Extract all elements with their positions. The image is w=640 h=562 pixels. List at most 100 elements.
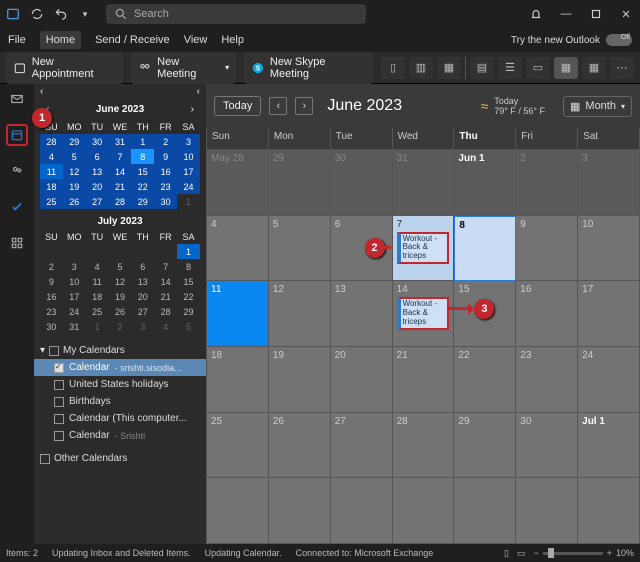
prev-year-icon[interactable]: ‹ [40, 86, 43, 97]
next-month-icon[interactable]: › [191, 104, 194, 115]
view-reading-icon[interactable]: ▭ [517, 548, 526, 559]
cell[interactable]: Jul 1 [578, 413, 640, 479]
cal-group-other[interactable]: Other Calendars [34, 450, 206, 467]
cell[interactable] [454, 478, 516, 544]
menu-home[interactable]: Home [40, 31, 81, 49]
cal-item-srishti[interactable]: Calendar - Srishti [34, 427, 206, 444]
cell[interactable]: 22 [454, 347, 516, 413]
cell[interactable] [516, 478, 578, 544]
cell[interactable]: 16 [516, 281, 578, 347]
mini-calendar-july[interactable]: July 2023 SUMOTUWETHFRSA 1 2345678 91011… [34, 213, 206, 334]
checkbox[interactable] [54, 414, 64, 424]
checkbox[interactable] [54, 431, 64, 441]
cell-selected[interactable]: 11 [207, 281, 269, 347]
menu-view[interactable]: View [184, 34, 208, 46]
cell[interactable]: 15 3 [454, 281, 516, 347]
mini-calendar-june[interactable]: ‹ June 2023 › SUMOTUWETHFRSA 28293031123… [34, 99, 206, 209]
cell[interactable]: 3 [578, 150, 640, 216]
chevron-down-icon[interactable]: ▾ [76, 5, 94, 23]
cell[interactable]: 5 [269, 216, 331, 282]
view-list-icon[interactable]: ☰ [498, 57, 522, 79]
checkbox[interactable] [40, 454, 50, 464]
view-month-icon[interactable]: ▦ [554, 57, 578, 79]
cell[interactable] [207, 478, 269, 544]
cell[interactable]: 19 [269, 347, 331, 413]
cell[interactable]: 29 [269, 150, 331, 216]
menu-sendreceive[interactable]: Send / Receive [95, 34, 170, 46]
try-new-outlook-toggle[interactable] [606, 34, 632, 46]
checkbox[interactable] [54, 397, 64, 407]
view-3pane-icon[interactable]: ▤ [470, 57, 494, 79]
cell[interactable]: 30 [331, 150, 393, 216]
cell[interactable]: 13 [331, 281, 393, 347]
checkbox[interactable] [49, 346, 59, 356]
cell[interactable]: 20 [331, 347, 393, 413]
new-skype-meeting-button[interactable]: S New Skype Meeting [244, 52, 373, 84]
event-workout-1[interactable]: Workout - Back & triceps [397, 232, 450, 264]
cell[interactable]: 29 [454, 413, 516, 479]
cal-item-birthdays[interactable]: Birthdays [34, 393, 206, 410]
cell[interactable]: 28 [393, 413, 455, 479]
rail-tasks-icon[interactable] [6, 196, 28, 218]
cell[interactable]: 25 [207, 413, 269, 479]
menu-help[interactable]: Help [221, 34, 244, 46]
cell[interactable]: 2 [516, 150, 578, 216]
next-button[interactable]: › [295, 97, 313, 115]
rail-apps-icon[interactable] [6, 232, 28, 254]
menu-file[interactable]: File [8, 34, 26, 46]
rail-mail-icon[interactable] [6, 88, 28, 110]
cal-item-primary[interactable]: Calendar - srishti.sisodia... [34, 359, 206, 376]
zoom-slider[interactable]: −+ 10% [533, 548, 634, 558]
cell[interactable]: 30 [516, 413, 578, 479]
view-week-icon[interactable]: ▦ [437, 57, 461, 79]
event-workout-2[interactable]: Workout - Back & triceps [397, 297, 450, 329]
cell[interactable]: 10 [578, 216, 640, 282]
view-day-icon[interactable]: ▯ [381, 57, 405, 79]
minimize-icon[interactable]: — [556, 4, 576, 24]
cell[interactable]: 17 [578, 281, 640, 347]
maximize-icon[interactable] [586, 4, 606, 24]
search-input[interactable]: Search [106, 4, 366, 24]
cell-today[interactable]: 8 [454, 216, 516, 282]
cell[interactable] [578, 478, 640, 544]
cal-item-holidays[interactable]: United States holidays [34, 376, 206, 393]
undo-icon[interactable] [52, 5, 70, 23]
cal-group-my[interactable]: ▾My Calendars [34, 342, 206, 359]
today-button[interactable]: Today [214, 96, 261, 116]
next-year-icon[interactable]: ‹ [197, 86, 200, 97]
cell[interactable]: 18 [207, 347, 269, 413]
view-normal-icon[interactable]: ▯ [504, 548, 509, 559]
weather-widget[interactable]: ≈ Today79° F / 56° F [481, 96, 545, 116]
cell[interactable]: 31 [393, 150, 455, 216]
view-schedule-icon[interactable]: ▭ [526, 57, 550, 79]
checkbox[interactable] [54, 363, 64, 373]
rail-people-icon[interactable] [6, 160, 28, 182]
cell[interactable]: 7 Workout - Back & triceps 2 [393, 216, 455, 282]
sync-icon[interactable] [28, 5, 46, 23]
ribbon-overflow-icon[interactable]: ⋯ [610, 57, 634, 79]
view-grid-icon[interactable]: ▦ [582, 57, 606, 79]
close-icon[interactable]: ✕ [616, 4, 636, 24]
prev-button[interactable]: ‹ [269, 97, 287, 115]
cell[interactable]: 26 [269, 413, 331, 479]
cell[interactable]: 14 Workout - Back & triceps [393, 281, 455, 347]
view-workweek-icon[interactable]: ▥ [409, 57, 433, 79]
cell[interactable]: 23 [516, 347, 578, 413]
new-meeting-button[interactable]: New Meeting ▾ [131, 52, 236, 84]
cell[interactable] [269, 478, 331, 544]
cell[interactable]: 12 [269, 281, 331, 347]
bell-icon[interactable] [526, 4, 546, 24]
checkbox[interactable] [54, 380, 64, 390]
cal-item-thispc[interactable]: Calendar (This computer... [34, 410, 206, 427]
cell[interactable]: 27 [331, 413, 393, 479]
rail-calendar-icon[interactable] [6, 124, 28, 146]
cell[interactable]: May 28 [207, 150, 269, 216]
cell[interactable]: 24 [578, 347, 640, 413]
cell[interactable] [393, 478, 455, 544]
cell[interactable]: 21 [393, 347, 455, 413]
cell[interactable]: 9 [516, 216, 578, 282]
cell[interactable]: Jun 1 [454, 150, 516, 216]
view-selector[interactable]: ▦ Month ▾ [563, 96, 632, 117]
new-appointment-button[interactable]: New Appointment [6, 52, 123, 84]
cell[interactable] [331, 478, 393, 544]
